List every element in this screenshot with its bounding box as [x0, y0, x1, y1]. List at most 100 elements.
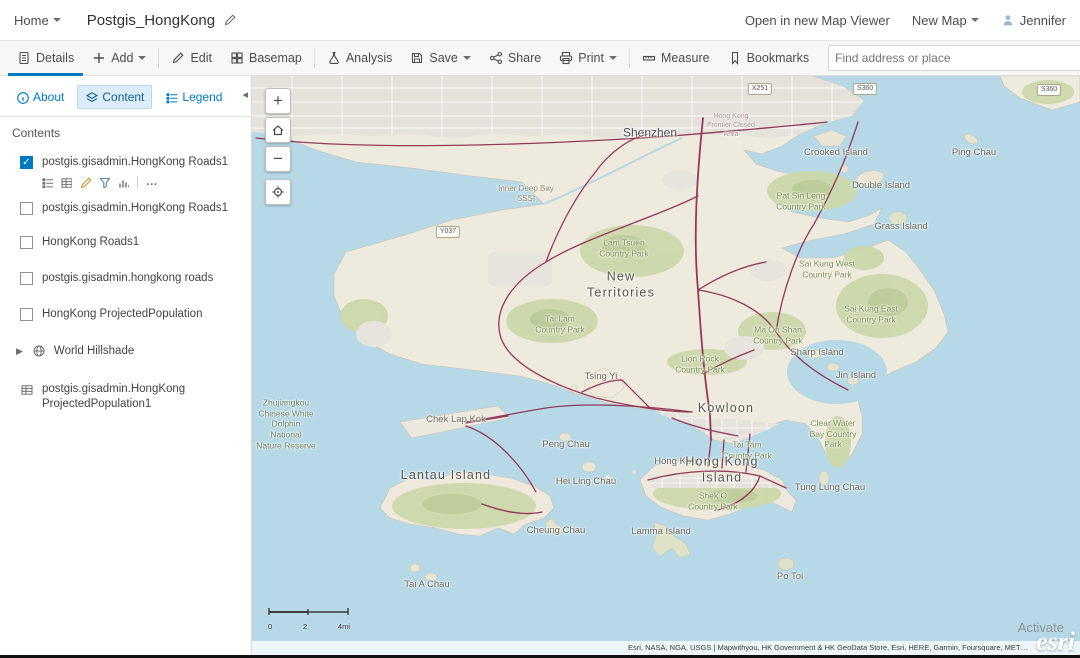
- bookmarks-icon: [728, 51, 742, 65]
- search-input[interactable]: [835, 51, 1080, 65]
- show-legend-icon[interactable]: [41, 176, 53, 188]
- analysis-label: Analysis: [346, 51, 393, 65]
- chevron-down-icon: [138, 56, 146, 64]
- zoom-out-button[interactable]: −: [265, 146, 291, 172]
- print-button[interactable]: Print: [550, 41, 626, 76]
- content-icon: [85, 91, 98, 104]
- map-canvas[interactable]: Shenzhen Hong Kong Frontier Closed Area …: [252, 76, 1080, 655]
- layer-item[interactable]: ▶ World Hillshade: [0, 337, 251, 365]
- more-options-icon[interactable]: …: [146, 176, 159, 188]
- measure-button[interactable]: Measure: [633, 41, 719, 76]
- details-sidebar: About Content Legend ◂ Contents ✓ postgi…: [0, 76, 252, 655]
- perform-analysis-icon[interactable]: [117, 176, 129, 188]
- save-label: Save: [429, 51, 458, 65]
- layer-label[interactable]: HongKong Roads1: [42, 235, 139, 250]
- layer-item[interactable]: ✓ postgis.gisadmin.HongKong Roads1: [0, 148, 251, 176]
- edit-title-icon[interactable]: [223, 13, 237, 27]
- locate-icon: [271, 185, 285, 199]
- layer-checkbox[interactable]: [20, 272, 33, 285]
- top-bar: Home Postgis_HongKong Open in new Map Vi…: [0, 0, 1080, 40]
- layer-checkbox[interactable]: [20, 308, 33, 321]
- new-map-menu[interactable]: New Map: [912, 13, 979, 28]
- scale-bar: 0 2 4mi: [268, 603, 352, 631]
- chevron-down-icon: [463, 56, 471, 64]
- home-menu-label: Home: [14, 13, 49, 28]
- layer-label[interactable]: HongKong ProjectedPopulation: [42, 307, 202, 322]
- layer-label[interactable]: postgis.gisadmin.hongkong roads: [42, 271, 213, 286]
- open-new-map-viewer-link[interactable]: Open in new Map Viewer: [745, 13, 890, 28]
- scale-tick: 0: [268, 622, 272, 631]
- layer-checkbox[interactable]: ✓: [20, 156, 33, 169]
- layer-label[interactable]: postgis.gisadmin.HongKong Roads1: [42, 201, 228, 216]
- map-toolbar: Details Add Edit Basemap Analysis Save: [0, 40, 1080, 76]
- expand-layer-icon[interactable]: ▶: [16, 346, 23, 358]
- user-menu[interactable]: Jennifer: [1001, 13, 1066, 28]
- toolbar-right-group: Save Share Print Measure Bookmarks: [401, 41, 1080, 76]
- edit-label: Edit: [190, 51, 212, 65]
- toolbar-separator: [629, 48, 630, 68]
- new-map-label: New Map: [912, 13, 967, 28]
- share-button[interactable]: Share: [480, 41, 550, 76]
- zoom-in-button[interactable]: +: [265, 88, 291, 114]
- basemap-label: Basemap: [249, 51, 302, 65]
- layer-item[interactable]: HongKong Roads1: [0, 228, 251, 256]
- tab-legend[interactable]: Legend: [157, 85, 230, 109]
- tab-about-label: About: [33, 90, 64, 104]
- layer-label[interactable]: postgis.gisadmin.HongKong Roads1: [42, 155, 228, 170]
- chevron-down-icon: [971, 18, 979, 26]
- add-button[interactable]: Add: [83, 41, 155, 76]
- layer-item[interactable]: HongKong ProjectedPopulation: [0, 300, 251, 328]
- layer-tools: | …: [0, 176, 251, 194]
- route-shield: S360: [1037, 84, 1061, 96]
- print-icon: [559, 51, 573, 65]
- add-icon: [92, 51, 106, 65]
- layer-checkbox[interactable]: [20, 202, 33, 215]
- details-label: Details: [36, 51, 74, 65]
- tab-legend-label: Legend: [182, 90, 222, 104]
- legend-icon: [165, 91, 178, 104]
- change-style-icon[interactable]: [79, 176, 91, 188]
- layer-label[interactable]: World Hillshade: [54, 344, 134, 359]
- map-attribution: Esri, NASA, NGA, USGS | Mapwithyou, HK G…: [252, 641, 1080, 655]
- home-menu[interactable]: Home: [14, 13, 61, 28]
- details-button[interactable]: Details: [8, 41, 83, 76]
- layer-item[interactable]: postgis.gisadmin.HongKong Roads1: [0, 194, 251, 222]
- esri-logo: esri: [1036, 627, 1075, 655]
- edit-button[interactable]: Edit: [162, 41, 221, 76]
- home-icon: [271, 123, 285, 137]
- edit-icon: [171, 51, 185, 65]
- layer-item[interactable]: postgis.gisadmin.hongkong roads: [0, 264, 251, 292]
- save-button[interactable]: Save: [401, 41, 480, 76]
- show-table-icon[interactable]: [60, 176, 72, 188]
- scale-tick: 4mi: [338, 622, 350, 631]
- scale-tick: 2: [303, 622, 307, 631]
- save-icon: [410, 51, 424, 65]
- bookmarks-button[interactable]: Bookmarks: [719, 41, 819, 76]
- route-shield: Y037: [436, 226, 460, 238]
- layer-label[interactable]: postgis.gisadmin.HongKong ProjectedPopul…: [42, 382, 228, 412]
- route-shield: S360: [853, 83, 877, 95]
- tab-content[interactable]: Content: [77, 85, 152, 109]
- route-shield: X251: [748, 83, 772, 95]
- basemap-icon: [230, 51, 244, 65]
- user-name: Jennifer: [1020, 13, 1066, 28]
- tab-about[interactable]: About: [8, 85, 72, 109]
- share-icon: [489, 51, 503, 65]
- layer-item[interactable]: postgis.gisadmin.HongKong ProjectedPopul…: [0, 375, 251, 418]
- main-area: About Content Legend ◂ Contents ✓ postgi…: [0, 76, 1080, 655]
- filter-icon[interactable]: [98, 176, 110, 188]
- arcgis-map-viewer: Home Postgis_HongKong Open in new Map Vi…: [0, 0, 1080, 658]
- share-label: Share: [508, 51, 541, 65]
- table-layer-icon: [20, 383, 33, 396]
- tab-content-label: Content: [102, 90, 144, 104]
- page-title: Postgis_HongKong: [87, 12, 215, 29]
- analysis-button[interactable]: Analysis: [318, 41, 402, 76]
- find-my-location-button[interactable]: [265, 179, 291, 205]
- collapse-sidebar-button[interactable]: ◂: [242, 88, 248, 101]
- print-label: Print: [578, 51, 604, 65]
- chevron-down-icon: [609, 56, 617, 64]
- layer-checkbox[interactable]: [20, 236, 33, 249]
- basemap-canvas: [252, 76, 1080, 655]
- home-extent-button[interactable]: [265, 117, 291, 143]
- basemap-button[interactable]: Basemap: [221, 41, 311, 76]
